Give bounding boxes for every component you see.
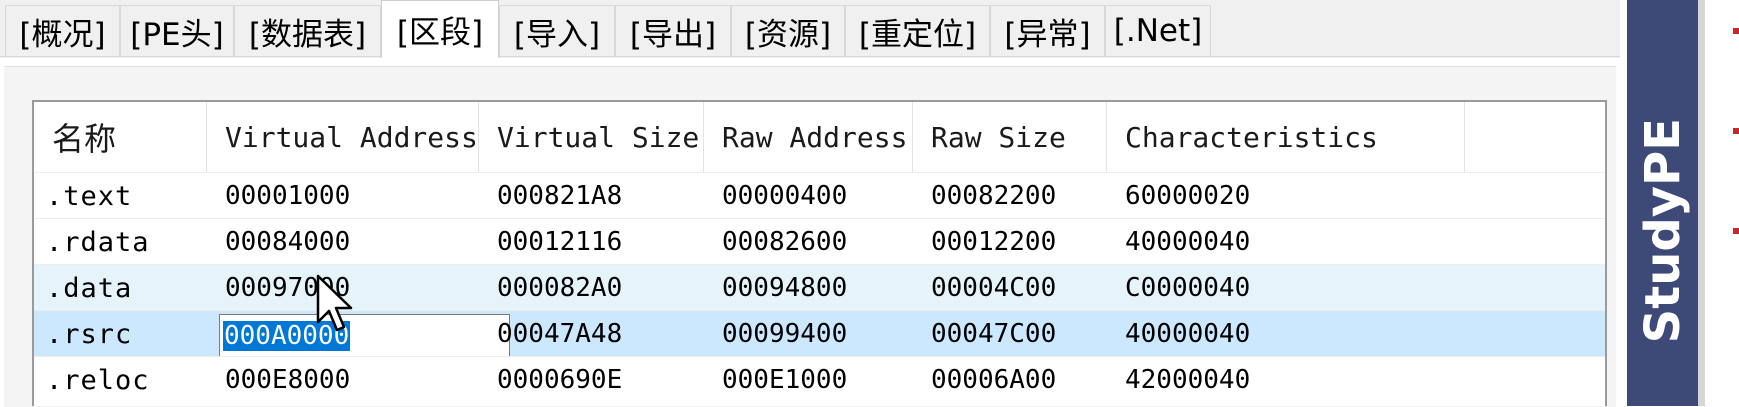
cell-virtual-size: 000082A0	[497, 273, 623, 303]
cell-name: .rsrc	[46, 318, 133, 350]
tab-exports[interactable]: [导出]	[615, 5, 731, 56]
table-row[interactable]: .rdata 00084000 00012116 00082600 000122…	[34, 218, 1605, 264]
right-edge-band	[1698, 0, 1705, 406]
tab-resources[interactable]: [资源]	[731, 5, 845, 56]
cell-name: .rdata	[46, 226, 150, 258]
column-header-raw-address[interactable]: Raw Address	[704, 102, 913, 172]
cell-characteristics: 42000040	[1125, 365, 1251, 395]
tab-overview[interactable]: [概况]	[5, 5, 120, 56]
cell-name: .data	[46, 272, 133, 304]
edge-marker	[1733, 228, 1739, 234]
tab-bar-divider	[0, 56, 1620, 57]
cell-raw-address: 000E1000	[722, 365, 848, 395]
arrow-cursor-icon	[316, 274, 353, 332]
cell-raw-size: 00012200	[931, 227, 1057, 257]
cell-raw-size: 00082200	[931, 181, 1057, 211]
table-row-selected[interactable]: .rsrc 000A0000 00047A48 00099400 00047C0…	[34, 310, 1605, 357]
edge-marker	[1733, 28, 1739, 34]
column-header-virtual-size[interactable]: Virtual Size	[479, 102, 704, 172]
edge-marker	[1733, 128, 1739, 134]
cell-virtual-address: 00001000	[225, 181, 351, 211]
cell-characteristics: 60000020	[1125, 181, 1251, 211]
virtual-address-edit-field[interactable]: 000A0000	[219, 314, 510, 357]
cell-virtual-address: 000E8000	[225, 365, 351, 395]
cell-raw-address: 00000400	[722, 181, 848, 211]
column-header-name[interactable]: 名称	[34, 102, 207, 172]
sections-list[interactable]: 名称 Virtual Address Virtual Size Raw Addr…	[32, 100, 1607, 406]
cell-virtual-address: 00084000	[225, 227, 351, 257]
cell-raw-address: 00082600	[722, 227, 848, 257]
column-header-raw-size[interactable]: Raw Size	[913, 102, 1107, 172]
table-header: 名称 Virtual Address Virtual Size Raw Addr…	[34, 102, 1605, 172]
cell-characteristics: C0000040	[1125, 273, 1251, 303]
column-header-virtual-address[interactable]: Virtual Address	[207, 102, 479, 172]
cell-raw-size: 00047C00	[931, 319, 1057, 349]
tab-data-directories[interactable]: [数据表]	[234, 5, 381, 56]
cell-name: .text	[46, 180, 133, 212]
cell-virtual-size: 000821A8	[497, 181, 623, 211]
cell-raw-address: 00099400	[722, 319, 848, 349]
table-row[interactable]: .reloc 000E8000 0000690E 000E1000 00006A…	[34, 356, 1605, 402]
cell-characteristics: 40000040	[1125, 319, 1251, 349]
cell-raw-size: 00006A00	[931, 365, 1057, 395]
tab-relocations[interactable]: [重定位]	[845, 5, 990, 56]
tab-sections[interactable]: [区段]	[381, 0, 499, 58]
cell-virtual-size: 00012116	[497, 227, 623, 257]
tab-pe-header[interactable]: [PE头]	[120, 5, 234, 56]
column-header-characteristics[interactable]: Characteristics	[1107, 102, 1465, 172]
table-row[interactable]: .text 00001000 000821A8 00000400 0008220…	[34, 172, 1605, 218]
cell-characteristics: 40000040	[1125, 227, 1251, 257]
cell-raw-address: 00094800	[722, 273, 848, 303]
tab-dotnet[interactable]: [.Net]	[1105, 5, 1211, 56]
cell-name: .reloc	[46, 364, 150, 396]
cell-virtual-size: 0000690E	[497, 365, 623, 395]
cell-raw-size: 00004C00	[931, 273, 1057, 303]
side-panel-title: StudyPE	[1625, 118, 1701, 343]
tab-exceptions[interactable]: [异常]	[990, 5, 1105, 56]
tab-imports[interactable]: [导入]	[499, 5, 615, 56]
table-row-hovered[interactable]: .data 00097000 000082A0 00094800 00004C0…	[34, 264, 1605, 310]
cell-virtual-size: 00047A48	[497, 319, 623, 349]
